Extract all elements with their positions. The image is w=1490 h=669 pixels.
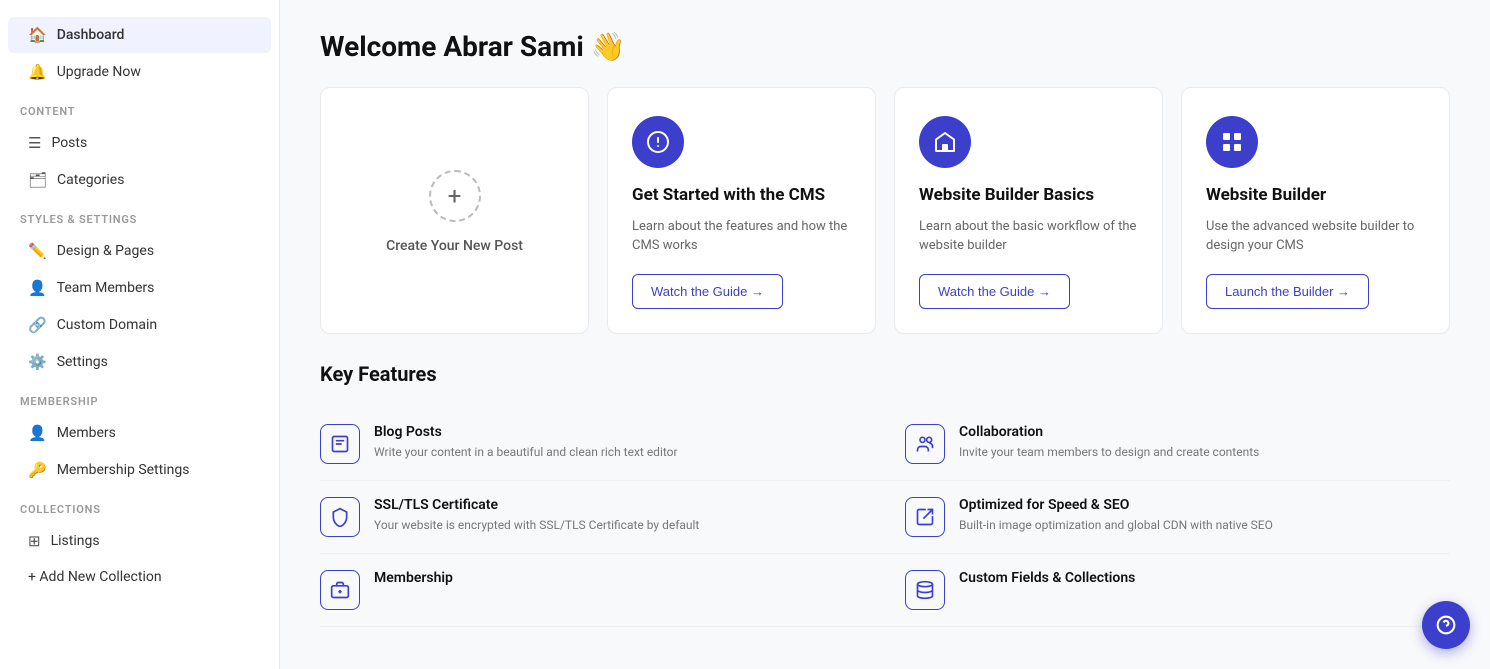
sidebar-item-settings[interactable]: ⚙️ Settings bbox=[8, 344, 271, 380]
sidebar-item-add-collection[interactable]: + Add New Collection bbox=[8, 560, 271, 594]
blog-icon bbox=[330, 434, 350, 454]
posts-icon: ☰ bbox=[28, 134, 41, 152]
feature-ssl: SSL/TLS Certificate Your website is encr… bbox=[320, 481, 885, 554]
cards-row: + Create Your New Post Get Started with … bbox=[320, 87, 1450, 334]
collections-section-label: COLLECTIONS bbox=[0, 489, 279, 522]
info-icon bbox=[646, 130, 670, 154]
ssl-title: SSL/TLS Certificate bbox=[374, 497, 699, 513]
home-builder-icon bbox=[933, 130, 957, 154]
builder-basics-desc: Learn about the basic workflow of the we… bbox=[919, 217, 1138, 256]
website-builder-card: Website Builder Use the advanced website… bbox=[1181, 87, 1450, 334]
custom-fields-icon bbox=[915, 580, 935, 600]
blog-posts-desc: Write your content in a beautiful and cl… bbox=[374, 443, 678, 461]
domain-icon: 🔗 bbox=[28, 316, 47, 334]
sidebar-item-team[interactable]: 👤 Team Members bbox=[8, 270, 271, 306]
sidebar-item-categories[interactable]: 🗂 Categories bbox=[8, 162, 271, 198]
content-section-label: CONTENT bbox=[0, 91, 279, 124]
collaboration-icon-box bbox=[905, 424, 945, 464]
blog-posts-icon-box bbox=[320, 424, 360, 464]
fab-button[interactable] bbox=[1422, 601, 1470, 649]
cms-guide-card: Get Started with the CMS Learn about the… bbox=[607, 87, 876, 334]
sidebar-item-listings[interactable]: ⊞ Listings bbox=[8, 523, 271, 559]
fab-icon bbox=[1436, 615, 1456, 635]
cms-card-desc: Learn about the features and how the CMS… bbox=[632, 217, 851, 256]
website-builder-desc: Use the advanced website builder to desi… bbox=[1206, 217, 1425, 256]
bell-icon: 🔔 bbox=[28, 63, 47, 81]
builder-basics-title: Website Builder Basics bbox=[919, 184, 1094, 207]
key-features-title: Key Features bbox=[320, 362, 1450, 386]
seo-icon-box bbox=[905, 497, 945, 537]
custom-fields-text: Custom Fields & Collections bbox=[959, 570, 1135, 589]
design-icon: ✏️ bbox=[28, 242, 47, 260]
membership-feature-text: Membership bbox=[374, 570, 453, 589]
feature-blog-posts: Blog Posts Write your content in a beaut… bbox=[320, 408, 885, 481]
custom-fields-icon-box bbox=[905, 570, 945, 610]
team-icon: 👤 bbox=[28, 279, 47, 297]
seo-desc: Built-in image optimization and global C… bbox=[959, 516, 1273, 534]
sidebar-item-posts[interactable]: ☰ Posts bbox=[8, 125, 271, 161]
key-features-section: Key Features Blog Posts Write your conte… bbox=[320, 362, 1450, 627]
seo-text: Optimized for Speed & SEO Built-in image… bbox=[959, 497, 1273, 534]
feature-custom-fields: Custom Fields & Collections bbox=[885, 554, 1450, 627]
builder-basics-card: Website Builder Basics Learn about the b… bbox=[894, 87, 1163, 334]
sidebar: 🏠 Dashboard 🔔 Upgrade Now CONTENT ☰ Post… bbox=[0, 0, 280, 669]
website-builder-title: Website Builder bbox=[1206, 184, 1326, 207]
seo-title: Optimized for Speed & SEO bbox=[959, 497, 1273, 513]
add-post-icon: + bbox=[429, 170, 481, 222]
sidebar-item-dashboard[interactable]: 🏠 Dashboard bbox=[8, 17, 271, 53]
grid-icon bbox=[1220, 130, 1244, 154]
sidebar-item-upgrade[interactable]: 🔔 Upgrade Now bbox=[8, 54, 271, 90]
custom-fields-title: Custom Fields & Collections bbox=[959, 570, 1135, 586]
sidebar-item-design[interactable]: ✏️ Design & Pages bbox=[8, 233, 271, 269]
feature-collaboration: Collaboration Invite your team members t… bbox=[885, 408, 1450, 481]
sidebar-item-membership-settings[interactable]: 🔑 Membership Settings bbox=[8, 452, 271, 488]
collaboration-text: Collaboration Invite your team members t… bbox=[959, 424, 1259, 461]
membership-icon bbox=[330, 580, 350, 600]
members-icon: 👤 bbox=[28, 424, 47, 442]
styles-section-label: STYLES & SETTINGS bbox=[0, 199, 279, 232]
collaboration-icon bbox=[915, 434, 935, 454]
create-post-label: Create Your New Post bbox=[386, 238, 523, 254]
settings-icon: ⚙️ bbox=[28, 353, 47, 371]
listings-icon: ⊞ bbox=[28, 532, 41, 550]
feature-seo: Optimized for Speed & SEO Built-in image… bbox=[885, 481, 1450, 554]
seo-icon bbox=[915, 507, 935, 527]
ssl-desc: Your website is encrypted with SSL/TLS C… bbox=[374, 516, 699, 534]
membership-section-label: MEMBERSHIP bbox=[0, 381, 279, 414]
home-icon: 🏠 bbox=[28, 26, 47, 44]
ssl-text: SSL/TLS Certificate Your website is encr… bbox=[374, 497, 699, 534]
ssl-icon-box bbox=[320, 497, 360, 537]
launch-builder-button[interactable]: Launch the Builder → bbox=[1206, 274, 1369, 309]
categories-icon: 🗂 bbox=[28, 171, 47, 189]
cms-card-title: Get Started with the CMS bbox=[632, 184, 825, 207]
create-post-card[interactable]: + Create Your New Post bbox=[320, 87, 589, 334]
sidebar-item-domain[interactable]: 🔗 Custom Domain bbox=[8, 307, 271, 343]
features-grid: Blog Posts Write your content in a beaut… bbox=[320, 408, 1450, 627]
collaboration-desc: Invite your team members to design and c… bbox=[959, 443, 1259, 461]
ssl-icon bbox=[330, 507, 350, 527]
cms-icon-circle bbox=[632, 116, 684, 168]
membership-feature-title: Membership bbox=[374, 570, 453, 586]
builder-basics-icon-circle bbox=[919, 116, 971, 168]
main-content: Welcome Abrar Sami 👋 + Create Your New P… bbox=[280, 0, 1490, 669]
website-builder-icon-circle bbox=[1206, 116, 1258, 168]
blog-posts-title: Blog Posts bbox=[374, 424, 678, 440]
builder-basics-watch-guide-button[interactable]: Watch the Guide → bbox=[919, 274, 1070, 309]
collaboration-title: Collaboration bbox=[959, 424, 1259, 440]
page-title: Welcome Abrar Sami 👋 bbox=[320, 30, 1450, 63]
membership-icon-box bbox=[320, 570, 360, 610]
feature-membership: Membership bbox=[320, 554, 885, 627]
cms-watch-guide-button[interactable]: Watch the Guide → bbox=[632, 274, 783, 309]
membership-settings-icon: 🔑 bbox=[28, 461, 47, 479]
sidebar-item-members[interactable]: 👤 Members bbox=[8, 415, 271, 451]
blog-posts-text: Blog Posts Write your content in a beaut… bbox=[374, 424, 678, 461]
